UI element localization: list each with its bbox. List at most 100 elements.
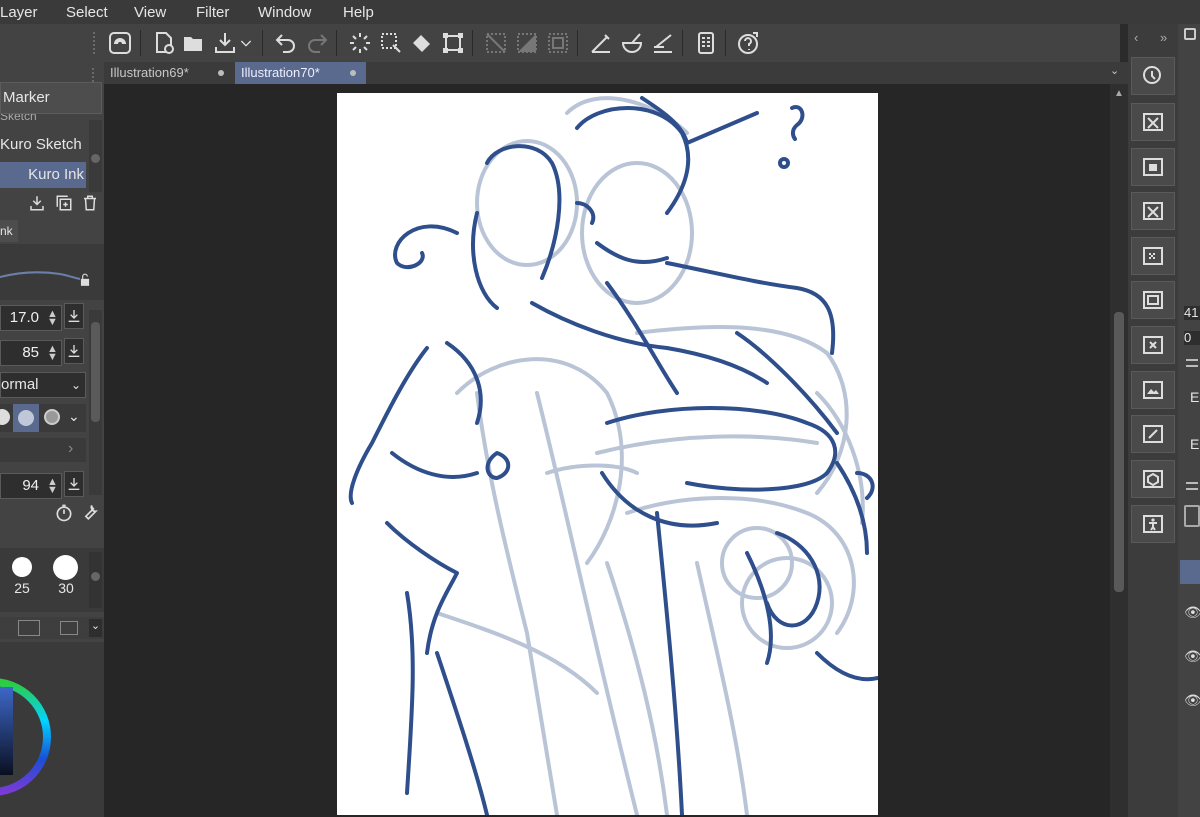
save-icon[interactable] bbox=[211, 29, 239, 57]
close-tab-icon[interactable] bbox=[218, 70, 224, 76]
hard-tip-icon[interactable] bbox=[0, 409, 10, 425]
opacity-spinner[interactable]: ▲ ▼ bbox=[47, 344, 59, 363]
undo-icon[interactable] bbox=[272, 29, 300, 57]
drawing-canvas[interactable] bbox=[337, 93, 878, 815]
folder-x2-icon[interactable] bbox=[1131, 192, 1175, 230]
folder-effect-icon[interactable] bbox=[1131, 326, 1175, 364]
collapse-left-icon[interactable]: ‹ bbox=[1134, 30, 1138, 45]
close-tab-icon[interactable] bbox=[350, 70, 356, 76]
scroll-thumb[interactable] bbox=[1114, 312, 1124, 592]
panel-grid-icon[interactable] bbox=[1184, 28, 1196, 40]
scroll-up-icon[interactable]: ▲ bbox=[1114, 88, 1124, 99]
brush-kuro-ink[interactable]: Kuro Ink bbox=[0, 162, 86, 188]
import-icon[interactable] bbox=[28, 194, 46, 212]
layers-icon[interactable] bbox=[60, 621, 78, 635]
brush-kuro-sketch[interactable]: Kuro Sketch bbox=[0, 130, 86, 160]
folder-3d-icon[interactable] bbox=[1131, 460, 1175, 498]
command-bar bbox=[0, 24, 1120, 62]
folder-image-icon[interactable] bbox=[1131, 148, 1175, 186]
snap-ruler-icon[interactable] bbox=[649, 29, 677, 57]
menu-help[interactable]: Help bbox=[343, 4, 374, 21]
folder-landscape-icon[interactable] bbox=[1131, 371, 1175, 409]
tool-group-title[interactable]: Marker bbox=[0, 82, 102, 114]
new-file-icon[interactable] bbox=[150, 29, 178, 57]
transform-icon[interactable] bbox=[439, 29, 467, 57]
navigator-zoom-value[interactable]: 41 bbox=[1184, 306, 1200, 320]
new-layer-icon[interactable] bbox=[1184, 505, 1200, 527]
menu-icon[interactable] bbox=[1186, 482, 1198, 490]
folder-pattern-icon[interactable] bbox=[1131, 237, 1175, 275]
presets-scrollbar[interactable] bbox=[89, 552, 102, 608]
tab-illustration70[interactable]: Illustration70* bbox=[235, 62, 366, 84]
help-icon[interactable] bbox=[735, 29, 763, 57]
menu-window[interactable]: Window bbox=[258, 4, 311, 21]
lock-icon[interactable] bbox=[78, 273, 92, 287]
clip-studio-icon[interactable] bbox=[106, 29, 134, 57]
preset-25-label: 25 bbox=[14, 580, 30, 596]
tool-property-tab[interactable]: nk bbox=[0, 220, 18, 242]
brush-list-scrollbar[interactable] bbox=[89, 120, 102, 192]
stabilization-spinner[interactable]: ▲ ▼ bbox=[47, 477, 59, 496]
device-icon[interactable] bbox=[692, 29, 720, 57]
menu-filter[interactable]: Filter bbox=[196, 4, 229, 21]
tab-illustration69[interactable]: Illustration69* bbox=[104, 62, 234, 84]
chevron-down-icon[interactable]: ⌄ bbox=[68, 408, 80, 425]
size-spinner[interactable]: ▲ ▼ bbox=[47, 309, 59, 328]
navigator-angle-value[interactable]: 0 bbox=[1184, 331, 1200, 345]
preset-25-dot[interactable] bbox=[12, 557, 32, 577]
menu-icon[interactable] bbox=[1186, 359, 1198, 367]
eye-icon[interactable]: 👁 bbox=[1184, 604, 1200, 621]
material-panel-column: ‹ » bbox=[1128, 24, 1178, 817]
eye-icon[interactable]: 👁 bbox=[1184, 648, 1200, 665]
perspective-ruler-icon[interactable] bbox=[618, 29, 646, 57]
loading-icon[interactable] bbox=[346, 29, 374, 57]
toolbar-grip[interactable] bbox=[93, 32, 101, 54]
airbrush-tip-icon[interactable] bbox=[44, 409, 60, 425]
menu-layer[interactable]: Layer bbox=[0, 4, 38, 21]
tone-icon[interactable] bbox=[513, 29, 541, 57]
film-icon[interactable] bbox=[18, 620, 40, 636]
tab-label: Illustration69* bbox=[110, 65, 189, 80]
folder-edit-icon[interactable] bbox=[1131, 415, 1175, 453]
trash-icon[interactable] bbox=[81, 194, 99, 212]
menu-select[interactable]: Select bbox=[66, 4, 108, 21]
tab-list-chevron-icon[interactable]: ⌄ bbox=[1110, 64, 1126, 82]
blend-mode-select[interactable]: ormal ⌄ bbox=[0, 372, 86, 398]
folder-x-icon[interactable] bbox=[1131, 103, 1175, 141]
ruler-icon[interactable] bbox=[587, 29, 615, 57]
clock-icon[interactable] bbox=[54, 503, 74, 523]
property-scrollbar[interactable] bbox=[89, 310, 102, 495]
opacity-download-icon[interactable] bbox=[64, 338, 84, 364]
folder-layout-icon[interactable] bbox=[1131, 281, 1175, 319]
expand-right-icon[interactable]: » bbox=[1160, 30, 1167, 45]
menu-view[interactable]: View bbox=[134, 4, 166, 21]
canvas-vertical-scrollbar[interactable]: ▲ bbox=[1110, 84, 1128, 817]
redo-icon[interactable] bbox=[303, 29, 331, 57]
size-download-icon[interactable] bbox=[64, 303, 84, 329]
eye-icon[interactable]: 👁 bbox=[1184, 692, 1200, 709]
hide-selection-icon[interactable] bbox=[482, 29, 510, 57]
open-folder-icon[interactable] bbox=[180, 29, 208, 57]
selected-layer-row[interactable] bbox=[1180, 560, 1200, 584]
preset-30-label: 30 bbox=[58, 580, 74, 596]
texture-row[interactable]: › bbox=[0, 438, 86, 462]
brush-size-presets: 25 30 bbox=[0, 548, 104, 612]
color-wheel-panel bbox=[0, 642, 104, 817]
folder-pose-icon[interactable] bbox=[1131, 505, 1175, 543]
chevron-right-icon: › bbox=[68, 440, 74, 457]
chevron-down-icon[interactable]: ⌄ bbox=[89, 619, 102, 637]
fill-icon[interactable] bbox=[408, 29, 436, 57]
partial-brush-item[interactable]: Sketch bbox=[0, 114, 86, 122]
chevron-down-icon[interactable] bbox=[238, 29, 254, 57]
selection-border-icon[interactable] bbox=[544, 29, 572, 57]
color-wheel[interactable] bbox=[0, 642, 104, 817]
stabilization-value: 94 bbox=[22, 477, 39, 494]
stabilization-download-icon[interactable] bbox=[64, 471, 84, 497]
layer-panel-edge: 41 0 E E 👁 👁 👁 bbox=[1178, 24, 1200, 817]
clear-selection-icon[interactable] bbox=[377, 29, 405, 57]
search-material-icon[interactable] bbox=[1131, 57, 1175, 95]
duplicate-icon[interactable] bbox=[55, 194, 73, 212]
wrench-icon[interactable] bbox=[80, 503, 100, 523]
soft-tip-selected[interactable] bbox=[13, 404, 39, 432]
preset-30-dot[interactable] bbox=[53, 555, 78, 580]
